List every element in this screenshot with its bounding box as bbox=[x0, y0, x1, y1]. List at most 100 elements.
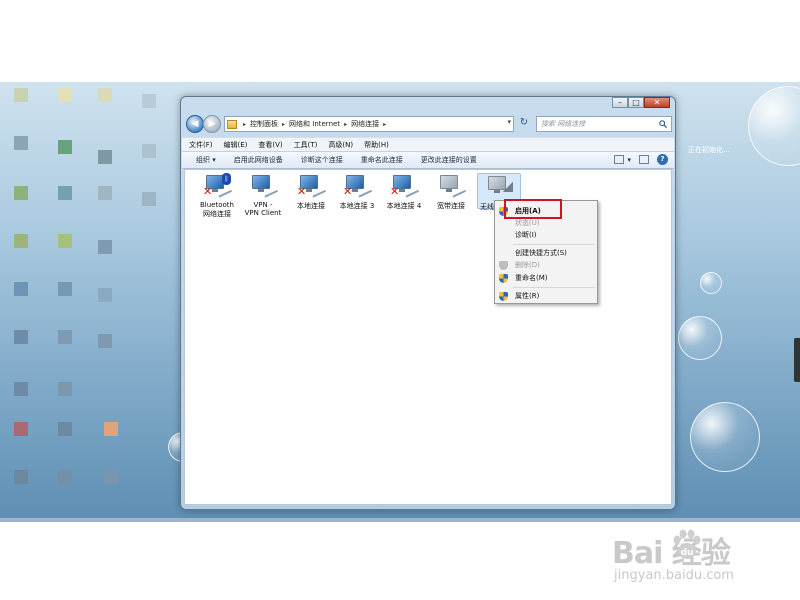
menu-item-rename[interactable]: 重命名(M) bbox=[495, 272, 597, 284]
menu-separator bbox=[513, 244, 595, 245]
connection-local-3[interactable]: ✕ 本地连接 3 bbox=[335, 173, 379, 211]
menu-tools[interactable]: 工具(T) bbox=[294, 140, 318, 150]
network-adapter-icon: ✕ bbox=[297, 173, 327, 199]
search-icon[interactable] bbox=[659, 120, 667, 128]
desktop-icon-blur bbox=[14, 422, 28, 436]
back-arrow-icon[interactable]: ◀ bbox=[186, 115, 204, 133]
bubble-decoration bbox=[678, 316, 722, 360]
command-bar: 组织 ▾ 启用此网络设备 诊断这个连接 重命名此连接 更改此连接的设置 ▾ ? bbox=[182, 151, 674, 169]
menu-item-create-shortcut[interactable]: 创建快捷方式(S) bbox=[495, 247, 597, 259]
maximize-button[interactable]: □ bbox=[628, 97, 644, 108]
desktop-icon-blur bbox=[104, 470, 118, 484]
desktop-icon-blur bbox=[14, 282, 28, 296]
connection-local[interactable]: ✕ 本地连接 bbox=[289, 173, 333, 211]
desktop-icon-blur bbox=[142, 94, 156, 108]
address-bar[interactable]: ▸ 控制面板 ▸ 网络和 Internet ▸ 网络连接 ▸ ▾ bbox=[224, 116, 514, 132]
desktop-icon-blur bbox=[142, 144, 156, 158]
paw-icon: du bbox=[673, 529, 701, 559]
desktop-icon-blur bbox=[14, 88, 28, 102]
desktop-icon-blur bbox=[14, 470, 28, 484]
uac-shield-icon bbox=[499, 261, 508, 270]
desktop-icon-blur bbox=[98, 186, 112, 200]
disabled-x-icon: ✕ bbox=[390, 185, 400, 198]
connection-subname: VPN Client bbox=[244, 209, 282, 217]
connection-local-4[interactable]: ✕ 本地连接 4 bbox=[382, 173, 426, 211]
forward-arrow-icon[interactable]: ▶ bbox=[203, 115, 221, 133]
connection-name: 本地连接 3 bbox=[339, 202, 375, 210]
view-options-icon[interactable] bbox=[614, 155, 625, 164]
window-controls: – □ ✕ bbox=[612, 97, 670, 109]
connections-pane[interactable]: ✕ ᛒ Bluetooth 网络连接 VPN - VPN Client ✕ 本地… bbox=[184, 169, 672, 505]
vpn-adapter-icon bbox=[249, 173, 279, 199]
chevron-right-icon[interactable]: ▸ bbox=[282, 121, 285, 128]
desktop-icon-blur bbox=[98, 88, 112, 102]
desktop-icon-blur bbox=[58, 470, 72, 484]
desktop-icon-blur bbox=[58, 422, 72, 436]
desktop-gadget-text: 正在初始化... bbox=[688, 146, 730, 154]
close-button[interactable]: ✕ bbox=[644, 97, 670, 108]
refresh-icon[interactable]: ↻ bbox=[517, 116, 531, 132]
chevron-down-icon[interactable]: ▾ bbox=[507, 118, 511, 126]
uac-shield-icon bbox=[499, 292, 508, 301]
connection-name: VPN - bbox=[253, 201, 273, 209]
desktop-icon-blur bbox=[58, 140, 72, 154]
menu-bar: 文件(F) 编辑(E) 查看(V) 工具(T) 高级(N) 帮助(H) bbox=[182, 137, 674, 151]
chevron-right-icon[interactable]: ▸ bbox=[383, 121, 386, 128]
bluetooth-icon: ᛒ bbox=[222, 173, 231, 185]
chevron-right-icon[interactable]: ▸ bbox=[344, 121, 347, 128]
search-input[interactable]: 搜索 网络连接 bbox=[536, 116, 672, 132]
connection-bluetooth[interactable]: ✕ ᛒ Bluetooth 网络连接 bbox=[195, 173, 239, 219]
baidu-jingyan-watermark: Bai 经验 du jingyan.baidu.com bbox=[612, 528, 762, 588]
screenshot: 正在初始化... – □ ✕ ◀ ▶ ▸ 控制面板 ▸ 网络和 Internet… bbox=[0, 0, 800, 600]
search-placeholder: 搜索 网络连接 bbox=[541, 120, 586, 128]
disabled-x-icon: ✕ bbox=[203, 185, 213, 198]
menu-file[interactable]: 文件(F) bbox=[189, 140, 213, 150]
address-row: ◀ ▶ ▸ 控制面板 ▸ 网络和 Internet ▸ 网络连接 ▸ ▾ ↻ 搜… bbox=[186, 115, 672, 135]
breadcrumb-control-panel[interactable]: 控制面板 bbox=[250, 119, 278, 129]
connection-vpn[interactable]: VPN - VPN Client bbox=[241, 173, 285, 217]
network-adapter-icon: ✕ bbox=[343, 173, 373, 199]
organize-button[interactable]: 组织 ▾ bbox=[196, 155, 216, 165]
breadcrumb-network-internet[interactable]: 网络和 Internet bbox=[289, 119, 340, 129]
menu-separator bbox=[513, 287, 595, 288]
desktop-icon-blur bbox=[14, 136, 28, 150]
menu-item-delete[interactable]: 删除(D) bbox=[495, 259, 597, 271]
help-icon[interactable]: ? bbox=[657, 154, 668, 165]
connection-broadband[interactable]: 宽带连接 bbox=[429, 173, 473, 211]
connection-name: 本地连接 4 bbox=[386, 202, 422, 210]
desktop-icon-blur bbox=[98, 288, 112, 302]
diagnose-button[interactable]: 诊断这个连接 bbox=[301, 155, 343, 165]
menu-help[interactable]: 帮助(H) bbox=[364, 140, 389, 150]
menu-view[interactable]: 查看(V) bbox=[258, 140, 282, 150]
preview-pane-icon[interactable] bbox=[639, 155, 649, 164]
sidebar-tab[interactable] bbox=[794, 338, 800, 382]
rename-button[interactable]: 重命名此连接 bbox=[361, 155, 403, 165]
desktop-icon-blur bbox=[98, 334, 112, 348]
menu-item-label: 删除(D) bbox=[515, 261, 540, 269]
control-panel-icon bbox=[227, 119, 237, 129]
bubble-decoration bbox=[690, 402, 760, 472]
connection-name: 宽带连接 bbox=[437, 202, 465, 210]
disabled-x-icon: ✕ bbox=[297, 185, 307, 198]
menu-item-label: 诊断(I) bbox=[515, 231, 537, 239]
network-connections-window: – □ ✕ ◀ ▶ ▸ 控制面板 ▸ 网络和 Internet ▸ 网络连接 ▸… bbox=[180, 96, 676, 510]
breadcrumb-network-connections[interactable]: 网络连接 bbox=[351, 119, 379, 129]
chevron-right-icon[interactable]: ▸ bbox=[243, 121, 246, 128]
menu-item-label: 重命名(M) bbox=[515, 274, 548, 282]
menu-item-properties[interactable]: 属性(R) bbox=[495, 290, 597, 302]
desktop-icon-blur bbox=[14, 330, 28, 344]
command-bar-right: ▾ ? bbox=[606, 154, 668, 165]
desktop-icon-blur bbox=[58, 330, 72, 344]
bubble-decoration bbox=[748, 86, 800, 166]
taskbar[interactable] bbox=[0, 518, 800, 522]
desktop-icon-blur bbox=[98, 150, 112, 164]
change-settings-button[interactable]: 更改此连接的设置 bbox=[421, 155, 477, 165]
menu-advanced[interactable]: 高级(N) bbox=[328, 140, 353, 150]
desktop-icon-blur bbox=[98, 240, 112, 254]
menu-item-diagnose[interactable]: 诊断(I) bbox=[495, 229, 597, 241]
minimize-button[interactable]: – bbox=[612, 97, 628, 108]
menu-edit[interactable]: 编辑(E) bbox=[224, 140, 248, 150]
enable-device-button[interactable]: 启用此网络设备 bbox=[234, 155, 283, 165]
chevron-down-icon[interactable]: ▾ bbox=[627, 156, 631, 164]
connection-name: Bluetooth bbox=[200, 201, 234, 209]
